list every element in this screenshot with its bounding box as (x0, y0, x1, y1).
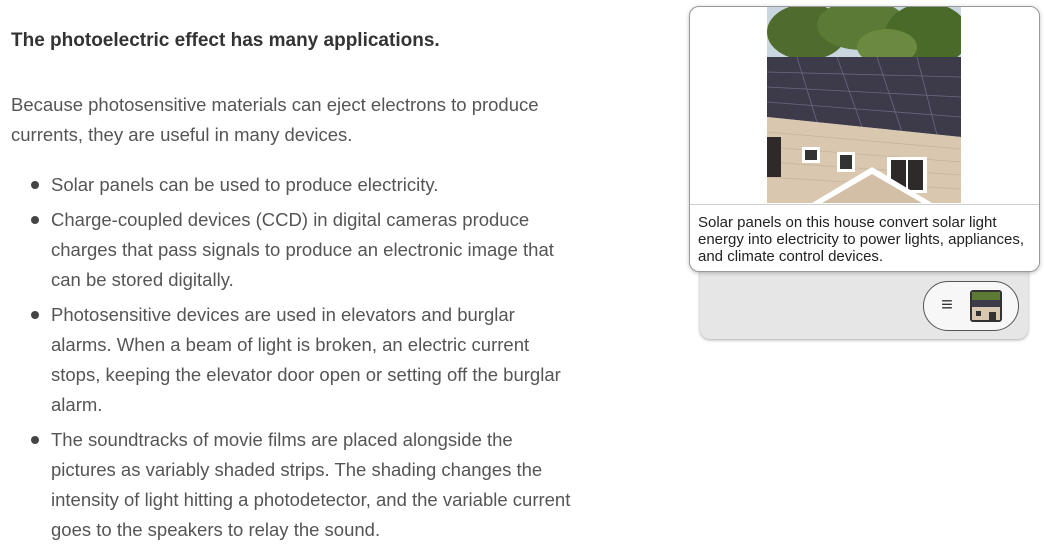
list-item-text: Photosensitive devices are used in eleva… (51, 304, 561, 415)
thumbnail-image (972, 292, 1000, 320)
article-content: The photoelectric effect has many applic… (11, 28, 571, 550)
hamburger-menu-icon[interactable]: ≡ (936, 294, 958, 316)
intro-paragraph: Because photosensitive materials can eje… (11, 94, 539, 145)
list-item-text: Solar panels can be used to produce elec… (51, 174, 439, 195)
figure-card: Solar panels on this house convert solar… (689, 6, 1040, 272)
image-thumbnail-icon[interactable] (970, 290, 1002, 322)
list-item-text: The soundtracks of movie films are place… (51, 429, 571, 540)
bullet-icon (31, 311, 39, 319)
list-item: Photosensitive devices are used in eleva… (11, 300, 571, 420)
bullet-icon (31, 216, 39, 224)
applications-list: Solar panels can be used to produce elec… (11, 170, 571, 545)
figure-controls: ≡ (923, 281, 1019, 331)
bullet-icon (31, 181, 39, 189)
page: The photoelectric effect has many applic… (0, 0, 1044, 554)
bullet-icon (31, 436, 39, 444)
list-item: Solar panels can be used to produce elec… (11, 170, 571, 200)
list-item-text: Charge-coupled devices (CCD) in digital … (51, 209, 554, 290)
list-item: The soundtracks of movie films are place… (11, 425, 571, 545)
caption-divider (690, 204, 1039, 205)
list-item: Charge-coupled devices (CCD) in digital … (11, 205, 571, 295)
solar-house-photo (767, 7, 961, 203)
figure-caption: Solar panels on this house convert solar… (698, 214, 1025, 265)
section-heading: The photoelectric effect has many applic… (11, 30, 440, 51)
